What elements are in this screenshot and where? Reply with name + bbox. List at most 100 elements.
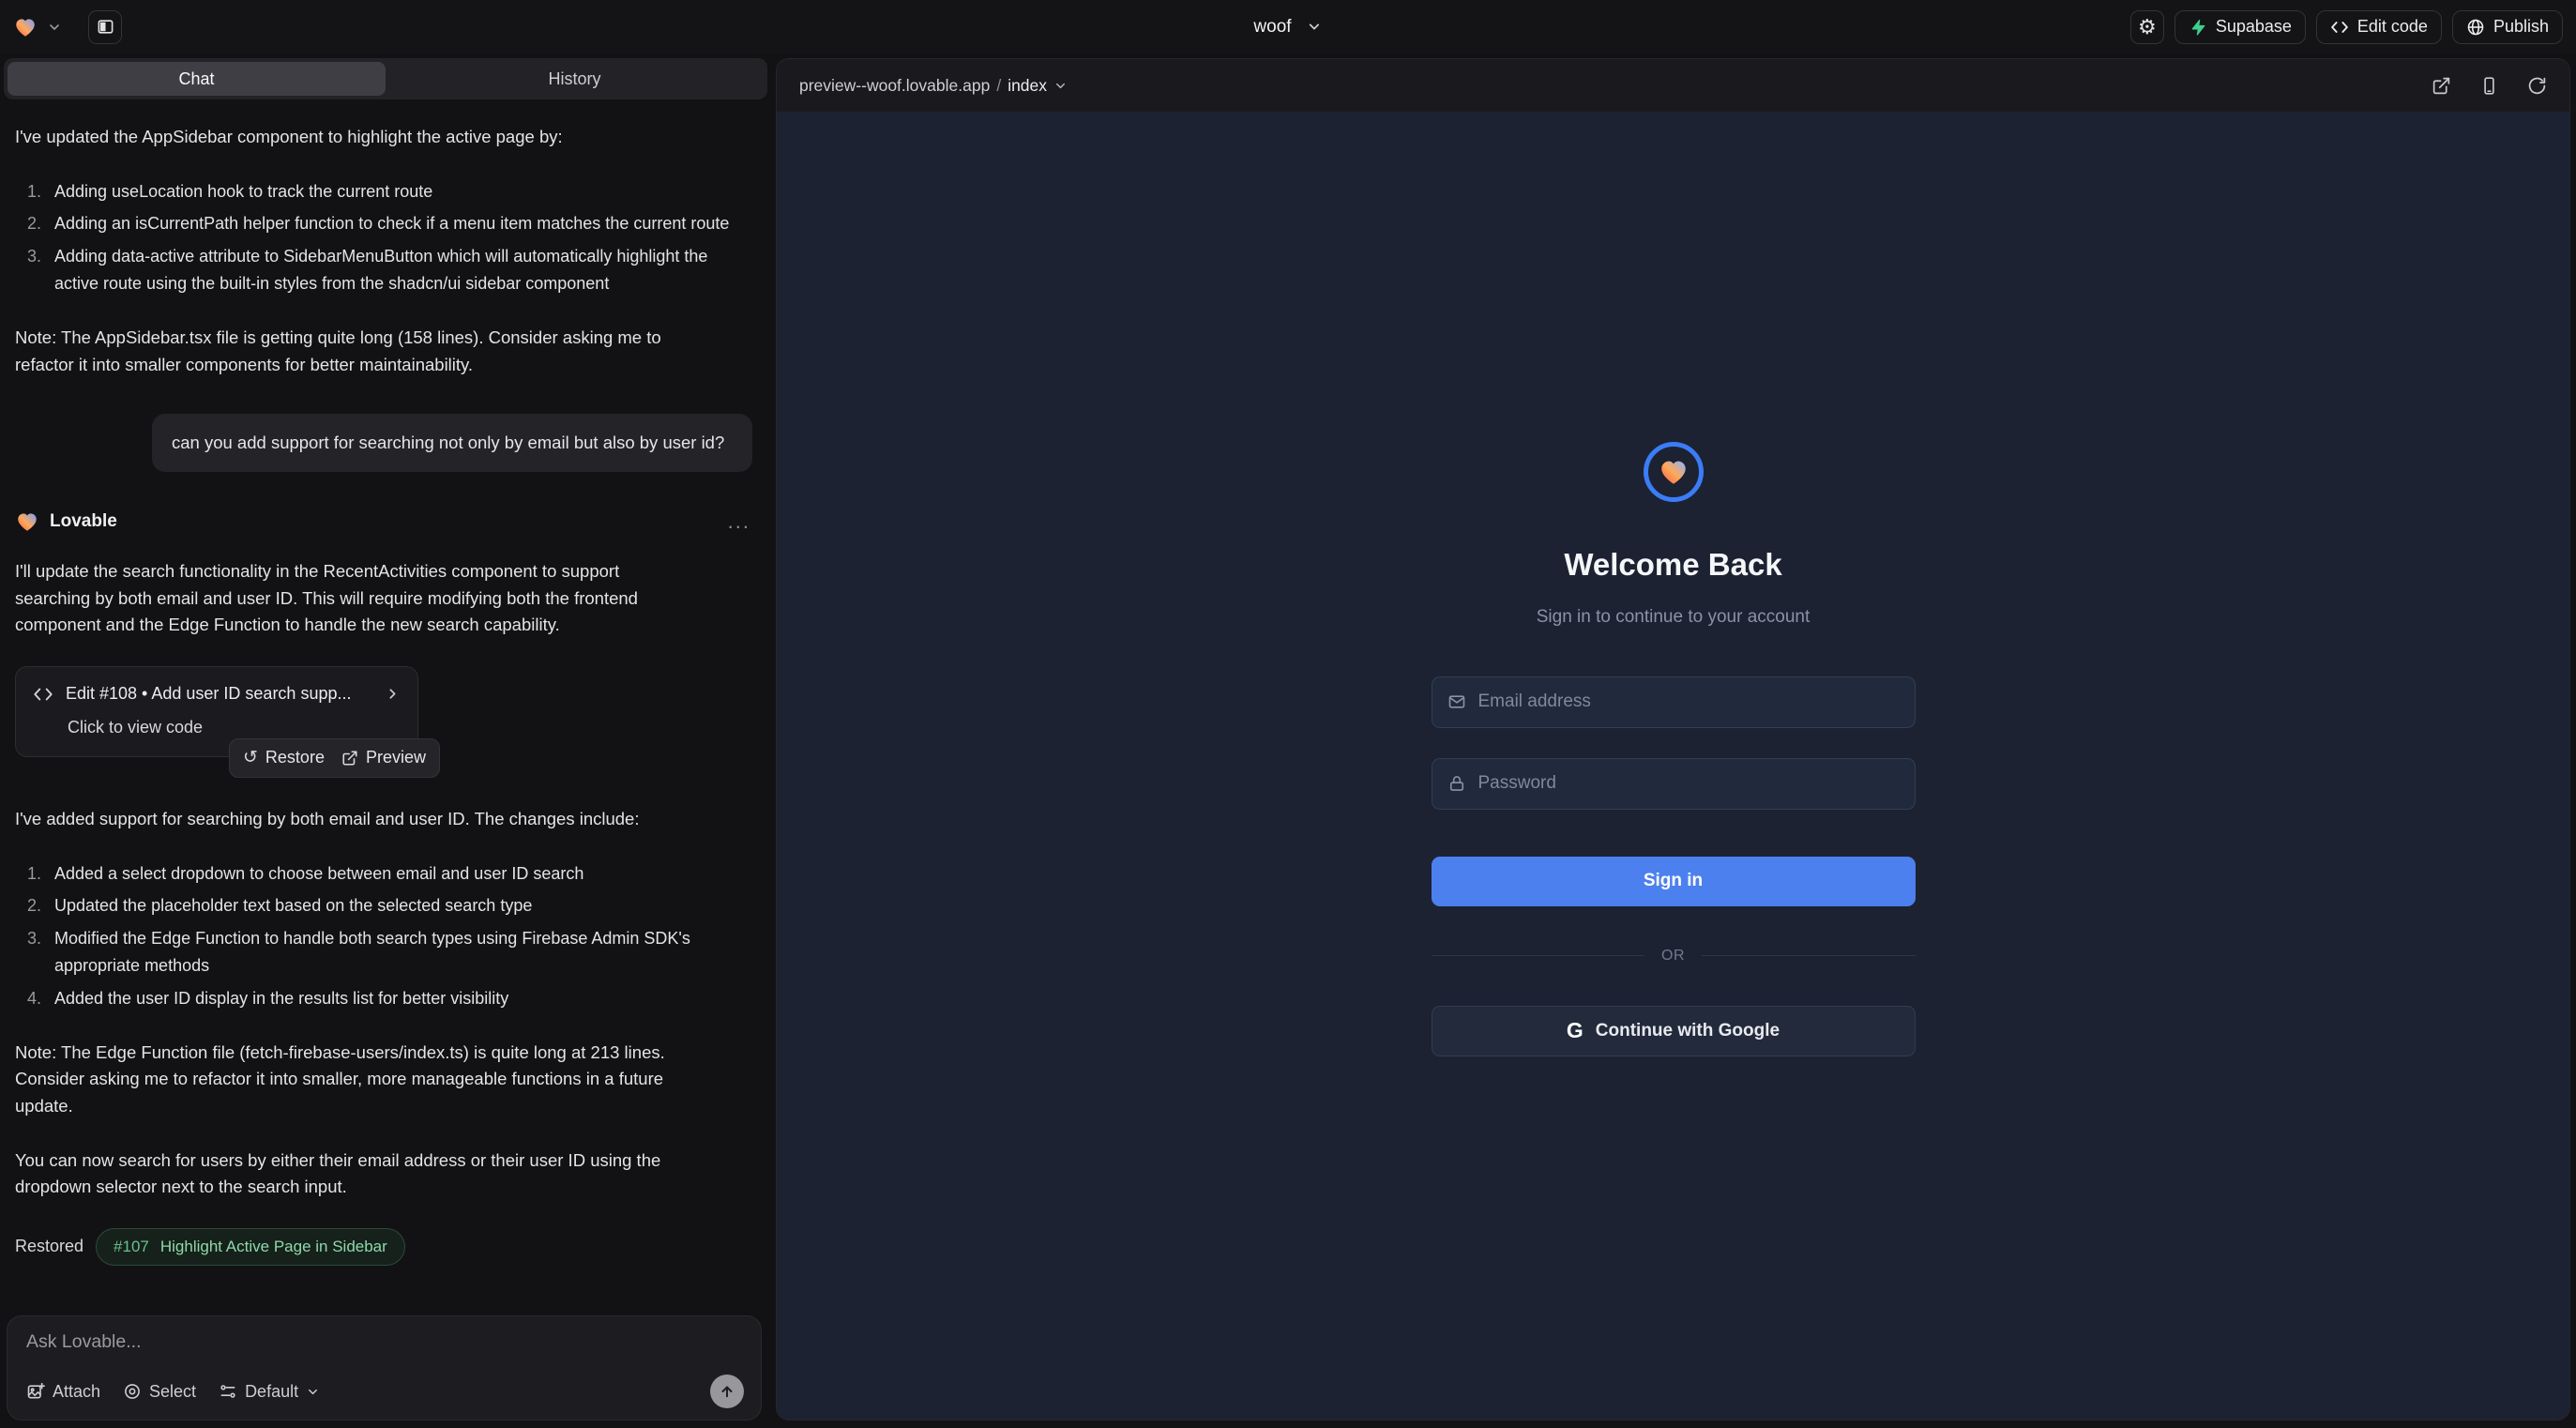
chat-history-tabs: Chat History bbox=[4, 58, 767, 99]
assistant-sender-name: Lovable bbox=[50, 511, 117, 532]
version-id: #107 bbox=[114, 1238, 149, 1256]
chevron-right-icon bbox=[385, 686, 401, 702]
assistant-note-paragraph: Note: The Edge Function file (fetch-fire… bbox=[15, 1040, 672, 1120]
mail-icon bbox=[1447, 692, 1466, 711]
attach-button[interactable]: Attach bbox=[26, 1382, 100, 1402]
restored-label: Restored bbox=[15, 1237, 83, 1256]
preview-url-selector[interactable]: preview--woof.lovable.app / index bbox=[799, 76, 1068, 96]
arrow-up-icon bbox=[719, 1383, 735, 1400]
chevron-down-icon bbox=[1053, 79, 1068, 93]
lock-icon bbox=[1447, 774, 1466, 793]
chat-composer: Attach Select Default bbox=[7, 1315, 762, 1420]
preview-header: preview--woof.lovable.app / index bbox=[777, 59, 2569, 112]
sliders-icon bbox=[219, 1382, 237, 1401]
password-field[interactable] bbox=[1478, 773, 1900, 794]
select-element-button[interactable]: Select bbox=[123, 1382, 196, 1402]
preview-url-page: index bbox=[1008, 76, 1047, 96]
edit-card-subtitle: Click to view code bbox=[68, 718, 401, 737]
project-chevron-down-icon[interactable] bbox=[1307, 19, 1323, 35]
version-name: Highlight Active Page in Sidebar bbox=[160, 1238, 387, 1256]
send-message-button[interactable] bbox=[710, 1375, 744, 1408]
publish-button-label: Publish bbox=[2493, 17, 2549, 37]
lovable-avatar-heart-icon bbox=[15, 509, 39, 534]
toggle-sidebar-button[interactable] bbox=[88, 10, 122, 44]
top-bar: woof ⚙ Supabase Edit code bbox=[0, 0, 2576, 53]
divider-line bbox=[1702, 955, 1916, 956]
workspace-chevron-down-icon[interactable] bbox=[47, 20, 62, 35]
chat-input[interactable] bbox=[26, 1331, 744, 1375]
chevron-down-icon bbox=[306, 1385, 320, 1399]
message-options-ellipsis-icon[interactable]: ... bbox=[728, 509, 756, 534]
email-field-wrap bbox=[1432, 676, 1916, 728]
target-icon bbox=[123, 1382, 142, 1401]
restore-rotate-icon: ↺ bbox=[243, 747, 258, 768]
preview-button[interactable]: Preview bbox=[341, 748, 426, 767]
code-brackets-icon bbox=[33, 684, 53, 705]
restored-version-badge[interactable]: #107 Highlight Active Page in Sidebar bbox=[96, 1228, 405, 1266]
chat-message-list[interactable]: I've updated the AppSidebar component to… bbox=[0, 99, 771, 1428]
mobile-view-button[interactable] bbox=[2479, 76, 2499, 96]
edit-code-button-label: Edit code bbox=[2357, 17, 2428, 37]
edit-code-button[interactable]: Edit code bbox=[2316, 10, 2442, 44]
tab-chat[interactable]: Chat bbox=[8, 62, 386, 96]
password-field-wrap bbox=[1432, 758, 1916, 810]
globe-icon bbox=[2466, 18, 2485, 37]
list-number: 1. bbox=[15, 178, 54, 205]
assistant-numbered-list: 1.Adding useLocation hook to track the c… bbox=[15, 178, 756, 297]
app-logo-heart-icon bbox=[1658, 456, 1690, 488]
user-message-bubble: can you add support for searching not on… bbox=[152, 414, 752, 472]
list-item: 1.Added a select dropdown to choose betw… bbox=[15, 860, 756, 888]
page-title: Welcome Back bbox=[1564, 547, 1781, 583]
preview-button-label: Preview bbox=[366, 748, 426, 767]
or-divider: OR bbox=[1432, 948, 1916, 965]
edit-card-hover-toolbar: ↺ Restore Preview bbox=[229, 738, 440, 778]
supabase-button-label: Supabase bbox=[2216, 17, 2292, 37]
assistant-numbered-list: 1.Added a select dropdown to choose betw… bbox=[15, 860, 756, 1012]
gear-icon: ⚙ bbox=[2138, 15, 2157, 39]
list-item: 4.Added the user ID display in the resul… bbox=[15, 985, 756, 1012]
assistant-note-paragraph: Note: The AppSidebar.tsx file is getting… bbox=[15, 325, 672, 378]
list-text: Added the user ID display in the results… bbox=[54, 985, 508, 1012]
list-text: Adding an isCurrentPath helper function … bbox=[54, 210, 729, 237]
restore-button-label: Restore bbox=[265, 748, 325, 767]
refresh-button[interactable] bbox=[2527, 76, 2547, 96]
preview-url-host: preview--woof.lovable.app bbox=[799, 76, 990, 96]
list-text: Added a select dropdown to choose betwee… bbox=[54, 860, 583, 888]
restore-button[interactable]: ↺ Restore bbox=[243, 747, 325, 768]
lovable-logo-heart-icon[interactable] bbox=[13, 15, 38, 39]
code-brackets-icon bbox=[2330, 18, 2349, 37]
mode-selector-label: Default bbox=[245, 1382, 298, 1402]
supabase-bolt-icon bbox=[2189, 18, 2207, 37]
open-in-new-tab-button[interactable] bbox=[2432, 76, 2451, 96]
divider-line bbox=[1432, 955, 1645, 956]
assistant-message-header: Lovable ... bbox=[15, 509, 756, 534]
settings-gear-button[interactable]: ⚙ bbox=[2130, 10, 2164, 44]
chat-mode-selector[interactable]: Default bbox=[219, 1382, 320, 1402]
preview-url-separator: / bbox=[996, 76, 1001, 96]
lovable-app-window: woof ⚙ Supabase Edit code bbox=[0, 0, 2576, 1428]
assistant-paragraph: You can now search for users by either t… bbox=[15, 1147, 672, 1201]
sign-in-button[interactable]: Sign in bbox=[1432, 857, 1916, 906]
attach-image-icon bbox=[26, 1382, 45, 1401]
project-name[interactable]: woof bbox=[1253, 17, 1291, 38]
chat-panel: Chat History I've updated the AppSidebar… bbox=[0, 53, 771, 1428]
list-text: Adding data-active attribute to SidebarM… bbox=[54, 243, 749, 297]
list-number: 2. bbox=[15, 210, 54, 237]
continue-with-google-button[interactable]: G Continue with Google bbox=[1432, 1006, 1916, 1056]
edit-card-title: Edit #108 • Add user ID search supp... bbox=[66, 684, 351, 704]
tab-history[interactable]: History bbox=[386, 62, 764, 96]
edit-card-wrap: Edit #108 • Add user ID search supp... C… bbox=[15, 666, 418, 757]
supabase-button[interactable]: Supabase bbox=[2174, 10, 2306, 44]
email-field[interactable] bbox=[1478, 691, 1900, 712]
assistant-paragraph: I've added support for searching by both… bbox=[15, 806, 672, 833]
google-g-icon: G bbox=[1567, 1020, 1583, 1041]
sign-in-card: Welcome Back Sign in to continue to your… bbox=[1432, 442, 1916, 1056]
list-text: Adding useLocation hook to track the cur… bbox=[54, 178, 432, 205]
list-text: Updated the placeholder text based on th… bbox=[54, 892, 532, 919]
page-subtitle: Sign in to continue to your account bbox=[1537, 607, 1811, 628]
list-item: 3.Adding data-active attribute to Sideba… bbox=[15, 243, 756, 297]
preview-viewport: Welcome Back Sign in to continue to your… bbox=[777, 112, 2569, 1420]
attach-button-label: Attach bbox=[53, 1382, 100, 1402]
list-item: 3.Modified the Edge Function to handle b… bbox=[15, 925, 756, 980]
publish-button[interactable]: Publish bbox=[2452, 10, 2563, 44]
